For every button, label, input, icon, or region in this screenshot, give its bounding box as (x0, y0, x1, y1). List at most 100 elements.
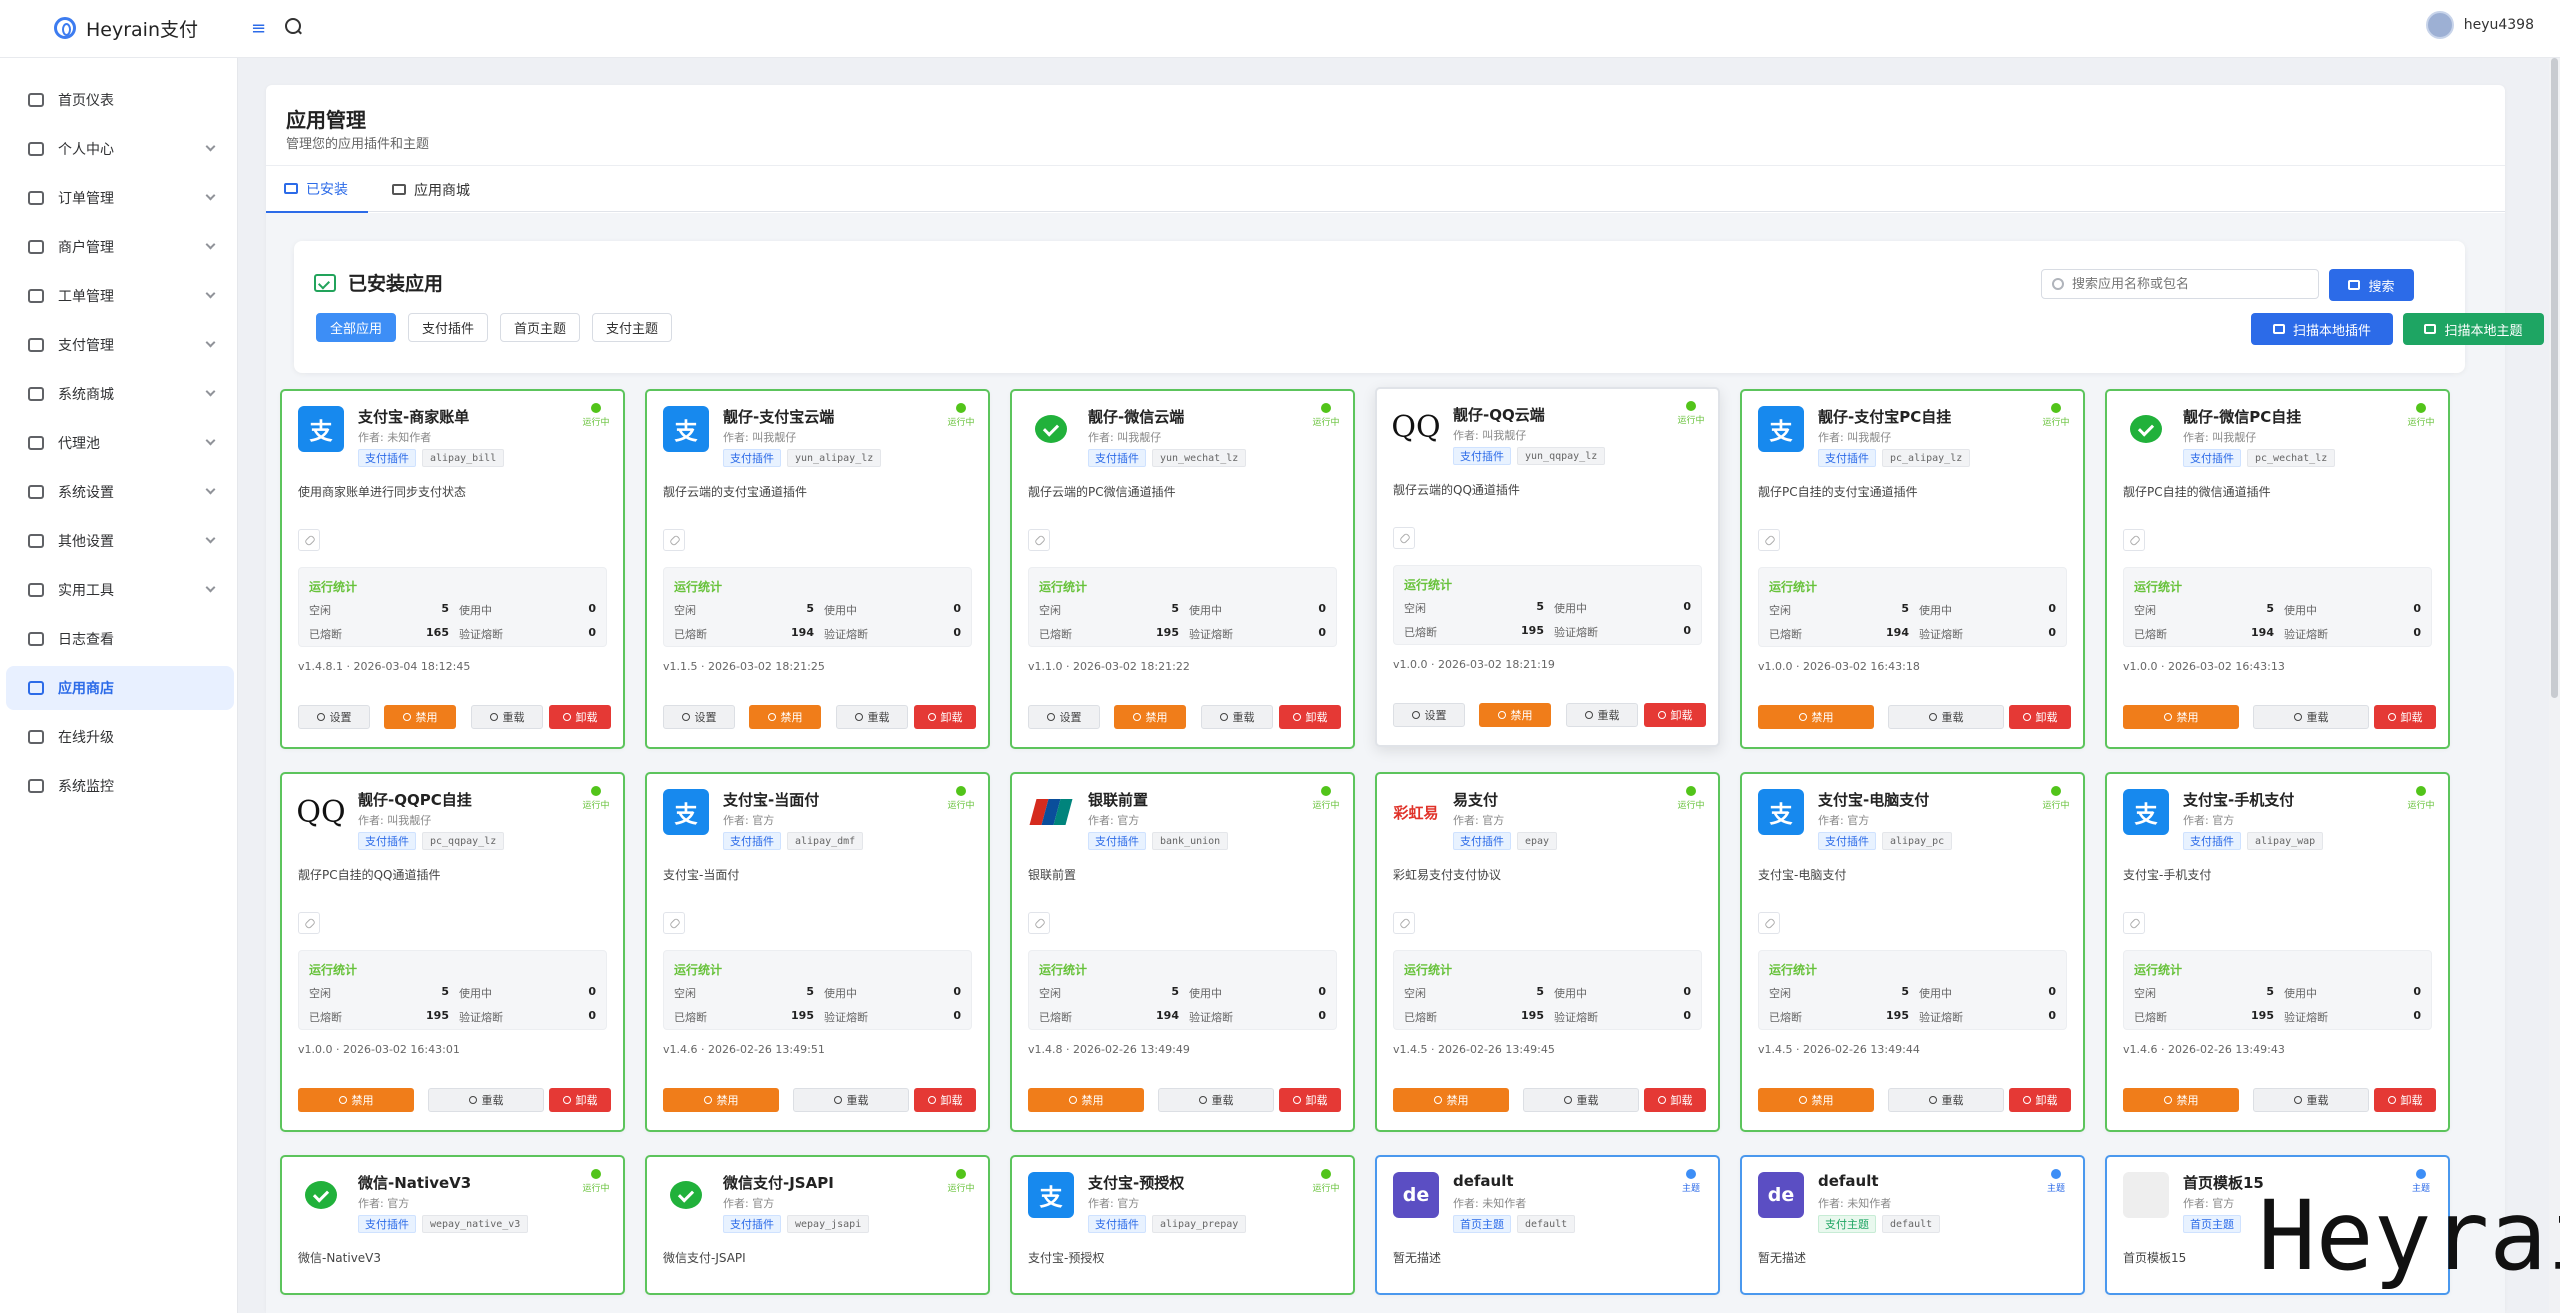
app-search-field[interactable] (2041, 269, 2319, 299)
link-icon[interactable] (1758, 912, 1780, 934)
sidebar-item-12[interactable]: 应用商店 (6, 666, 234, 710)
disable-button[interactable]: 禁用 (1758, 705, 1874, 729)
sidebar-item-7[interactable]: 代理池 (6, 421, 234, 465)
link-icon[interactable] (663, 912, 685, 934)
app-card[interactable]: 彩虹易 易支付 作者: 官方 支付插件 epay 运行中 彩虹易支付支付协议 运行统计 空闲 5 使… (1375, 772, 1720, 1132)
uninstall-button[interactable]: 卸载 (2009, 1088, 2071, 1112)
brand[interactable]: Heyrain支付 (54, 13, 198, 43)
filter-payment-plugin[interactable]: 支付插件 (408, 313, 489, 342)
sidebar-item-9[interactable]: 其他设置 (6, 519, 234, 563)
app-card[interactable]: de default 作者: 未知作者 支付主题 default 主题 暂无描述 (1740, 1155, 2085, 1295)
sidebar-item-10[interactable]: 实用工具 (6, 568, 234, 612)
disable-button[interactable]: 禁用 (749, 705, 821, 729)
app-card[interactable]: 银联前置 作者: 官方 支付插件 bank_union 运行中 银联前置 运行统计 空闲 5 使用… (1010, 772, 1355, 1132)
uninstall-button[interactable]: 卸载 (2374, 705, 2436, 729)
search-button[interactable]: 搜索 (2329, 269, 2414, 301)
filter-home-theme[interactable]: 首页主题 (500, 313, 581, 342)
app-card[interactable]: 微信-NativeV3 作者: 官方 支付插件 wepay_native_v3 运行中微… (280, 1155, 625, 1295)
reload-button[interactable]: 重载 (836, 705, 908, 729)
app-card[interactable]: 微信支付-JSAPI 作者: 官方 支付插件 wepay_jsapi 运行中 微信支付-J… (645, 1155, 990, 1295)
app-card[interactable]: QQ 靓仔-QQ云端 作者: 叫我靓仔 支付插件 yun_qqpay_lz 运行中 靓仔云端… (1375, 387, 1720, 747)
sidebar-item-0[interactable]: 首页仪表 (6, 78, 234, 122)
disable-button[interactable]: 禁用 (1393, 1088, 1509, 1112)
reload-button[interactable]: 重载 (1523, 1088, 1639, 1112)
reload-button[interactable]: 重载 (428, 1088, 544, 1112)
link-icon[interactable] (298, 529, 320, 551)
uninstall-button[interactable]: 卸载 (1644, 703, 1706, 727)
link-icon[interactable] (2123, 912, 2145, 934)
app-card[interactable]: 支支付宝-手机支付 作者: 官方 支付插件 alipay_wap 运行中 支付宝-手机支付… (2105, 772, 2450, 1132)
scrollbar-thumb[interactable] (2551, 58, 2558, 698)
settings-button[interactable]: 设置 (663, 705, 735, 729)
disable-button[interactable]: 禁用 (1028, 1088, 1144, 1112)
link-icon[interactable] (1028, 912, 1050, 934)
reload-button[interactable]: 重载 (471, 705, 543, 729)
link-icon[interactable] (663, 529, 685, 551)
disable-button[interactable]: 禁用 (298, 1088, 414, 1112)
tab-app-store[interactable]: 应用商城 (376, 166, 496, 213)
reload-button[interactable]: 重载 (2253, 1088, 2369, 1112)
disable-button[interactable]: 禁用 (2123, 1088, 2239, 1112)
sidebar-item-8[interactable]: 系统设置 (6, 470, 234, 514)
reload-button[interactable]: 重载 (1201, 705, 1273, 729)
link-icon[interactable] (1393, 527, 1415, 549)
filter-all[interactable]: 全部应用 (316, 313, 397, 342)
menu-toggle-icon[interactable]: ≡ (251, 18, 266, 39)
scan-plugin-button[interactable]: 扫描本地插件 (2251, 313, 2393, 345)
sidebar-item-1[interactable]: 个人中心 (6, 127, 234, 171)
reload-button[interactable]: 重载 (1888, 1088, 2004, 1112)
scrollbar[interactable] (2549, 58, 2560, 1313)
app-search-input[interactable] (2072, 276, 2302, 292)
link-icon[interactable] (1393, 912, 1415, 934)
uninstall-button[interactable]: 卸载 (549, 705, 611, 729)
sidebar-item-5[interactable]: 支付管理 (6, 323, 234, 367)
settings-button[interactable]: 设置 (1028, 705, 1100, 729)
link-icon[interactable] (298, 912, 320, 934)
app-card[interactable]: 支靓仔-支付宝PC自挂 作者: 叫我靓仔 支付插件 pc_alipay_lz 运行中 靓仔… (1740, 389, 2085, 749)
reload-button[interactable]: 重载 (793, 1088, 909, 1112)
disable-button[interactable]: 禁用 (384, 705, 456, 729)
app-card[interactable]: 靓仔-微信云端 作者: 叫我靓仔 支付插件 yun_wechat_lz 运行中 靓仔云端的… (1010, 389, 1355, 749)
tab-installed[interactable]: 已安装 (266, 166, 368, 213)
disable-button[interactable]: 禁用 (1758, 1088, 1874, 1112)
sidebar-item-13[interactable]: 在线升级 (6, 715, 234, 759)
app-card[interactable]: 支支付宝-商家账单 作者: 未知作者 支付插件 alipay_bill 运行中 使用商家账… (280, 389, 625, 749)
app-card[interactable]: 靓仔-微信PC自挂 作者: 叫我靓仔 支付插件 pc_wechat_lz 运行中 靓仔PC… (2105, 389, 2450, 749)
app-card[interactable]: 支支付宝-当面付 作者: 官方 支付插件 alipay_dmf 运行中 支付宝-当面付 运行… (645, 772, 990, 1132)
uninstall-button[interactable]: 卸载 (549, 1088, 611, 1112)
user-menu[interactable]: heyu4398 (2425, 11, 2534, 39)
search-icon[interactable] (285, 18, 301, 34)
uninstall-button[interactable]: 卸载 (2009, 705, 2071, 729)
uninstall-button[interactable]: 卸载 (914, 705, 976, 729)
filter-pay-theme[interactable]: 支付主题 (592, 313, 673, 342)
uninstall-button[interactable]: 卸载 (914, 1088, 976, 1112)
app-card[interactable]: de default 作者: 未知作者 首页主题 default 主题 暂无描述 (1375, 1155, 1720, 1295)
app-card[interactable]: QQ 靓仔-QQPC自挂 作者: 叫我靓仔 支付插件 pc_qqpay_lz 运行中 靓仔P… (280, 772, 625, 1132)
link-icon[interactable] (1758, 529, 1780, 551)
uninstall-button[interactable]: 卸载 (1644, 1088, 1706, 1112)
reload-button[interactable]: 重载 (1158, 1088, 1274, 1112)
sidebar-item-14[interactable]: 系统监控 (6, 764, 234, 808)
link-icon[interactable] (2123, 529, 2145, 551)
uninstall-button[interactable]: 卸载 (1279, 705, 1341, 729)
app-card[interactable]: 支支付宝-电脑支付 作者: 官方 支付插件 alipay_pc 运行中 支付宝-电脑支付运… (1740, 772, 2085, 1132)
uninstall-button[interactable]: 卸载 (2374, 1088, 2436, 1112)
settings-button[interactable]: 设置 (1393, 703, 1465, 727)
app-card[interactable]: 支支付宝-预授权 作者: 官方 支付插件 alipay_prepay 运行中 支付宝-预授… (1010, 1155, 1355, 1295)
sidebar-item-6[interactable]: 系统商城 (6, 372, 234, 416)
app-card[interactable]: 支靓仔-支付宝云端 作者: 叫我靓仔 支付插件 yun_alipay_lz 运行中 靓仔云… (645, 389, 990, 749)
uninstall-button[interactable]: 卸载 (1279, 1088, 1341, 1112)
scan-theme-button[interactable]: 扫描本地主题 (2403, 313, 2544, 345)
reload-button[interactable]: 重载 (2253, 705, 2369, 729)
disable-button[interactable]: 禁用 (2123, 705, 2239, 729)
disable-button[interactable]: 禁用 (1479, 703, 1551, 727)
sidebar-item-2[interactable]: 订单管理 (6, 176, 234, 220)
settings-button[interactable]: 设置 (298, 705, 370, 729)
reload-button[interactable]: 重载 (1566, 703, 1638, 727)
link-icon[interactable] (1028, 529, 1050, 551)
disable-button[interactable]: 禁用 (1114, 705, 1186, 729)
reload-button[interactable]: 重载 (1888, 705, 2004, 729)
disable-button[interactable]: 禁用 (663, 1088, 779, 1112)
sidebar-item-3[interactable]: 商户管理 (6, 225, 234, 269)
sidebar-item-4[interactable]: 工单管理 (6, 274, 234, 318)
